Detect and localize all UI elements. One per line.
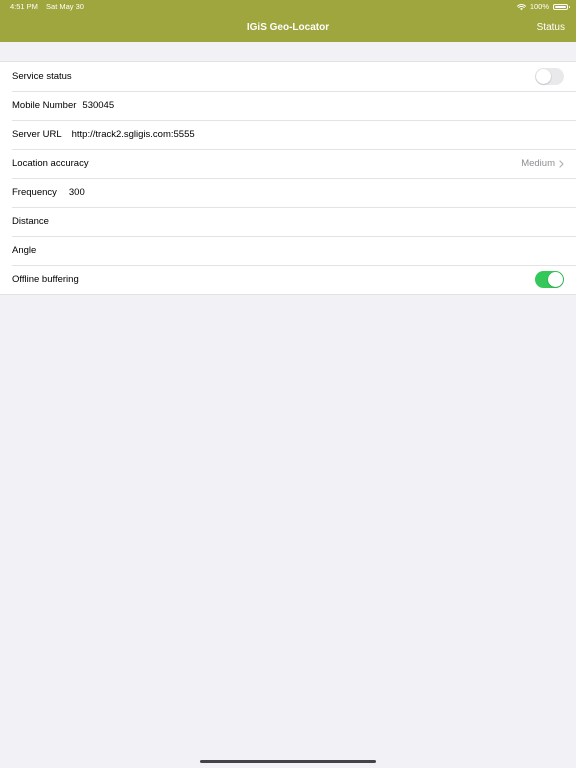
- server-url-label: Server URL: [12, 129, 62, 140]
- frequency-field[interactable]: 300: [69, 187, 85, 198]
- frequency-row[interactable]: Frequency 300: [0, 178, 576, 207]
- home-indicator: [200, 760, 376, 763]
- server-url-field[interactable]: http://track2.sgligis.com:5555: [72, 129, 195, 140]
- toggle-knob: [536, 69, 551, 84]
- chevron-right-icon: [559, 159, 564, 168]
- distance-row[interactable]: Distance: [0, 207, 576, 236]
- status-date: Sat May 30: [46, 2, 84, 11]
- offline-buffering-label: Offline buffering: [12, 274, 79, 285]
- offline-buffering-toggle[interactable]: [535, 271, 564, 288]
- status-button[interactable]: Status: [537, 14, 565, 42]
- status-bar-left: 4:51 PM Sat May 30: [10, 0, 90, 14]
- service-status-label: Service status: [12, 71, 72, 82]
- service-status-row: Service status: [0, 62, 576, 91]
- service-status-control: [535, 62, 564, 91]
- angle-row[interactable]: Angle: [0, 236, 576, 265]
- nav-title: IGiS Geo-Locator: [246, 22, 330, 33]
- location-accuracy-row[interactable]: Location accuracy Medium: [0, 149, 576, 178]
- status-bar-right: 100%: [516, 0, 570, 14]
- offline-buffering-row: Offline buffering: [0, 265, 576, 294]
- location-accuracy-detail-wrap: Medium: [521, 149, 564, 178]
- location-accuracy-value: Medium: [521, 158, 555, 169]
- status-bar: 4:51 PM Sat May 30 100%: [0, 0, 576, 14]
- mobile-number-field[interactable]: 530045: [82, 100, 114, 111]
- wifi-icon: [516, 4, 526, 11]
- status-time: 4:51 PM: [10, 2, 38, 11]
- top-bar: 4:51 PM Sat May 30 100% IGiS Geo-Locator…: [0, 0, 576, 42]
- location-accuracy-detail[interactable]: Medium: [521, 158, 564, 169]
- battery-icon: [553, 4, 570, 10]
- offline-buffering-control: [535, 265, 564, 294]
- battery-percent: 100%: [529, 2, 549, 11]
- distance-label: Distance: [12, 216, 49, 227]
- frequency-label: Frequency: [12, 187, 57, 198]
- angle-label: Angle: [12, 245, 37, 256]
- mobile-number-row[interactable]: Mobile Number 530045: [0, 91, 576, 120]
- service-status-toggle[interactable]: [535, 68, 564, 85]
- toggle-knob: [548, 272, 563, 287]
- server-url-row[interactable]: Server URL http://track2.sgligis.com:555…: [0, 120, 576, 149]
- settings-list: Service status Mobile Number 530045 Serv…: [0, 61, 576, 295]
- location-accuracy-label: Location accuracy: [12, 158, 89, 169]
- mobile-number-label: Mobile Number: [12, 100, 77, 111]
